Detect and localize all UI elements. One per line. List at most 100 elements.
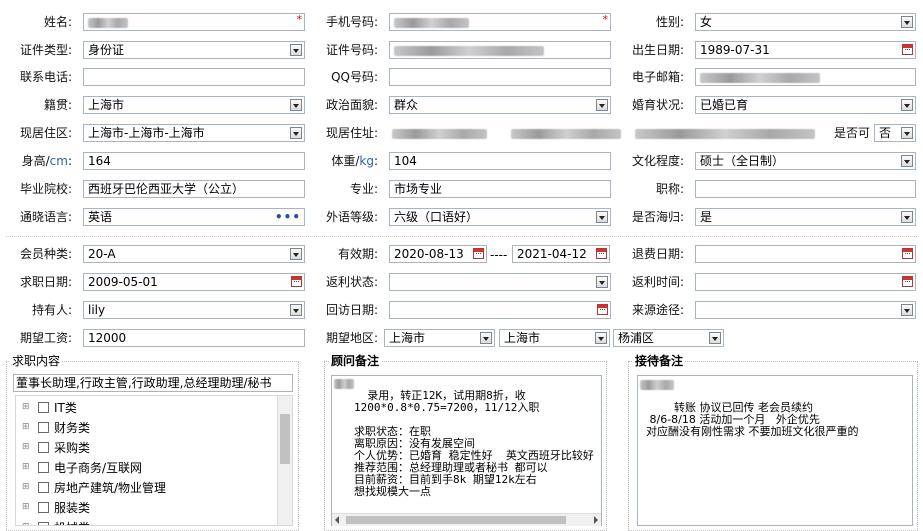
chevron-down-icon[interactable]	[595, 332, 607, 344]
politics-select[interactable]: 群众	[389, 96, 611, 114]
salary-input[interactable]: 12000	[83, 329, 305, 347]
edu-label: 文化程度:	[631, 154, 684, 168]
holder-select[interactable]: lily	[83, 301, 305, 319]
idno-input[interactable]	[389, 41, 611, 59]
phone-input[interactable]: *	[389, 13, 611, 31]
tree-scrollbar[interactable]	[277, 396, 292, 525]
chevron-down-icon[interactable]	[290, 304, 302, 316]
lang-value: 英语	[88, 210, 113, 224]
calendar-icon[interactable]	[473, 248, 484, 259]
checkbox[interactable]	[38, 462, 49, 473]
returnee-select[interactable]: 是	[695, 208, 916, 226]
edu-select[interactable]: 硕士（全日制）	[695, 152, 916, 170]
expand-icon[interactable]: ⊞	[22, 403, 30, 412]
qq-label: QQ号码:	[331, 70, 378, 84]
marital-select[interactable]: 已婚已育	[695, 96, 916, 114]
member-type-select[interactable]: 20-A	[83, 245, 305, 263]
expand-icon[interactable]: ⊞	[22, 463, 30, 472]
expand-icon[interactable]: ⊞	[22, 483, 30, 492]
chevron-down-icon[interactable]	[901, 211, 913, 223]
area-district-select[interactable]: 杨浦区	[613, 329, 724, 347]
chevron-down-icon[interactable]	[290, 248, 302, 260]
scroll-right-icon[interactable]	[594, 516, 598, 524]
school-input[interactable]: 西班牙巴伦西亚大学（公立）	[83, 180, 305, 198]
source-select[interactable]	[695, 301, 916, 319]
chevron-down-icon[interactable]	[596, 99, 608, 111]
title-input[interactable]	[695, 180, 916, 198]
birth-date-input[interactable]: 1989-07-31	[695, 41, 916, 59]
valid-from-input[interactable]: 2020-08-13	[389, 245, 487, 263]
tel-input[interactable]	[83, 68, 305, 86]
address-value-redacted[interactable]	[392, 126, 822, 140]
area-province-select[interactable]: 上海市	[384, 329, 495, 347]
advisor-notes-textarea[interactable]: 录用，转正12K，试用期8折，收 1200*0.8*0.75=7200，11/1…	[331, 375, 602, 526]
scrollbar-thumb[interactable]	[346, 516, 566, 524]
email-input[interactable]	[695, 68, 916, 86]
level-select[interactable]: 六级（口语好）	[389, 208, 611, 226]
rebate-time-input[interactable]	[695, 273, 916, 291]
expand-icon[interactable]: ⊞	[22, 503, 30, 512]
apply-date-input[interactable]: 2009-05-01	[83, 273, 305, 291]
checkbox[interactable]	[38, 422, 49, 433]
qq-input[interactable]	[389, 68, 611, 86]
checkbox[interactable]	[38, 502, 49, 513]
checkbox[interactable]	[38, 442, 49, 453]
valid-to-input[interactable]: 2021-04-12	[512, 245, 610, 263]
advisor-hscroll[interactable]	[332, 513, 601, 526]
whether-select[interactable]: 否	[874, 124, 916, 142]
expand-icon[interactable]: ⊞	[22, 443, 30, 452]
name-input[interactable]: *	[83, 13, 305, 31]
chevron-down-icon[interactable]	[480, 332, 492, 344]
redacted-value	[394, 17, 469, 28]
checkbox[interactable]	[38, 522, 49, 525]
calendar-icon[interactable]	[597, 304, 608, 315]
residence-select[interactable]: 上海市-上海市-上海市	[83, 124, 305, 142]
height-value: 164	[88, 154, 111, 168]
more-options-icon[interactable]: •••	[275, 209, 301, 225]
idtype-select[interactable]: 身份证	[83, 41, 305, 59]
weight-input[interactable]: 104	[389, 152, 611, 170]
gender-select[interactable]: 女	[695, 13, 916, 31]
scroll-left-icon[interactable]	[335, 516, 339, 524]
residence-value: 上海市-上海市-上海市	[88, 126, 205, 140]
reception-notes-textarea[interactable]: 转账 协议已回传 老会员续约 8/6-8/18 活动加一个月 外企优先 对应酬没…	[637, 375, 913, 526]
calendar-icon[interactable]	[596, 248, 607, 259]
chevron-down-icon[interactable]	[290, 44, 302, 56]
major-value: 市场专业	[394, 182, 443, 196]
refund-date-input[interactable]	[695, 245, 916, 263]
scrollbar-thumb[interactable]	[280, 414, 290, 464]
returnee-label: 是否海归:	[631, 210, 684, 224]
job-content-title: 求职内容	[10, 354, 63, 368]
chevron-down-icon[interactable]	[901, 304, 913, 316]
chevron-down-icon[interactable]	[596, 276, 608, 288]
chevron-down-icon[interactable]	[901, 16, 913, 28]
height-label: 身高/cm:	[21, 154, 72, 168]
lang-input[interactable]: 英语 •••	[83, 208, 305, 226]
visit-date-label: 回访日期:	[325, 303, 378, 317]
tree-item-label: 采购类	[54, 441, 91, 455]
calendar-icon[interactable]	[902, 248, 913, 259]
chevron-down-icon[interactable]	[709, 332, 721, 344]
chevron-down-icon[interactable]	[901, 127, 913, 139]
checkbox[interactable]	[38, 482, 49, 493]
checkbox[interactable]	[38, 402, 49, 413]
expand-icon[interactable]: ⊞	[22, 423, 30, 432]
advisor-notes-title: 顾问备注	[329, 354, 382, 368]
area-city-select[interactable]: 上海市	[499, 329, 610, 347]
member-type-value: 20-A	[88, 247, 116, 261]
major-input[interactable]: 市场专业	[389, 180, 611, 198]
chevron-down-icon[interactable]	[901, 155, 913, 167]
calendar-icon[interactable]	[902, 276, 913, 287]
height-input[interactable]: 164	[83, 152, 305, 170]
visit-date-input[interactable]	[389, 301, 611, 319]
chevron-down-icon[interactable]	[596, 211, 608, 223]
level-label: 外语等级:	[325, 210, 378, 224]
calendar-icon[interactable]	[291, 276, 302, 287]
native-select[interactable]: 上海市	[83, 96, 305, 114]
rebate-status-select[interactable]	[389, 273, 611, 291]
calendar-icon[interactable]	[902, 44, 913, 55]
job-content-selected[interactable]: 董事长助理,行政主管,行政助理,总经理助理/秘书	[13, 374, 293, 392]
chevron-down-icon[interactable]	[901, 99, 913, 111]
chevron-down-icon[interactable]	[290, 127, 302, 139]
chevron-down-icon[interactable]	[290, 99, 302, 111]
